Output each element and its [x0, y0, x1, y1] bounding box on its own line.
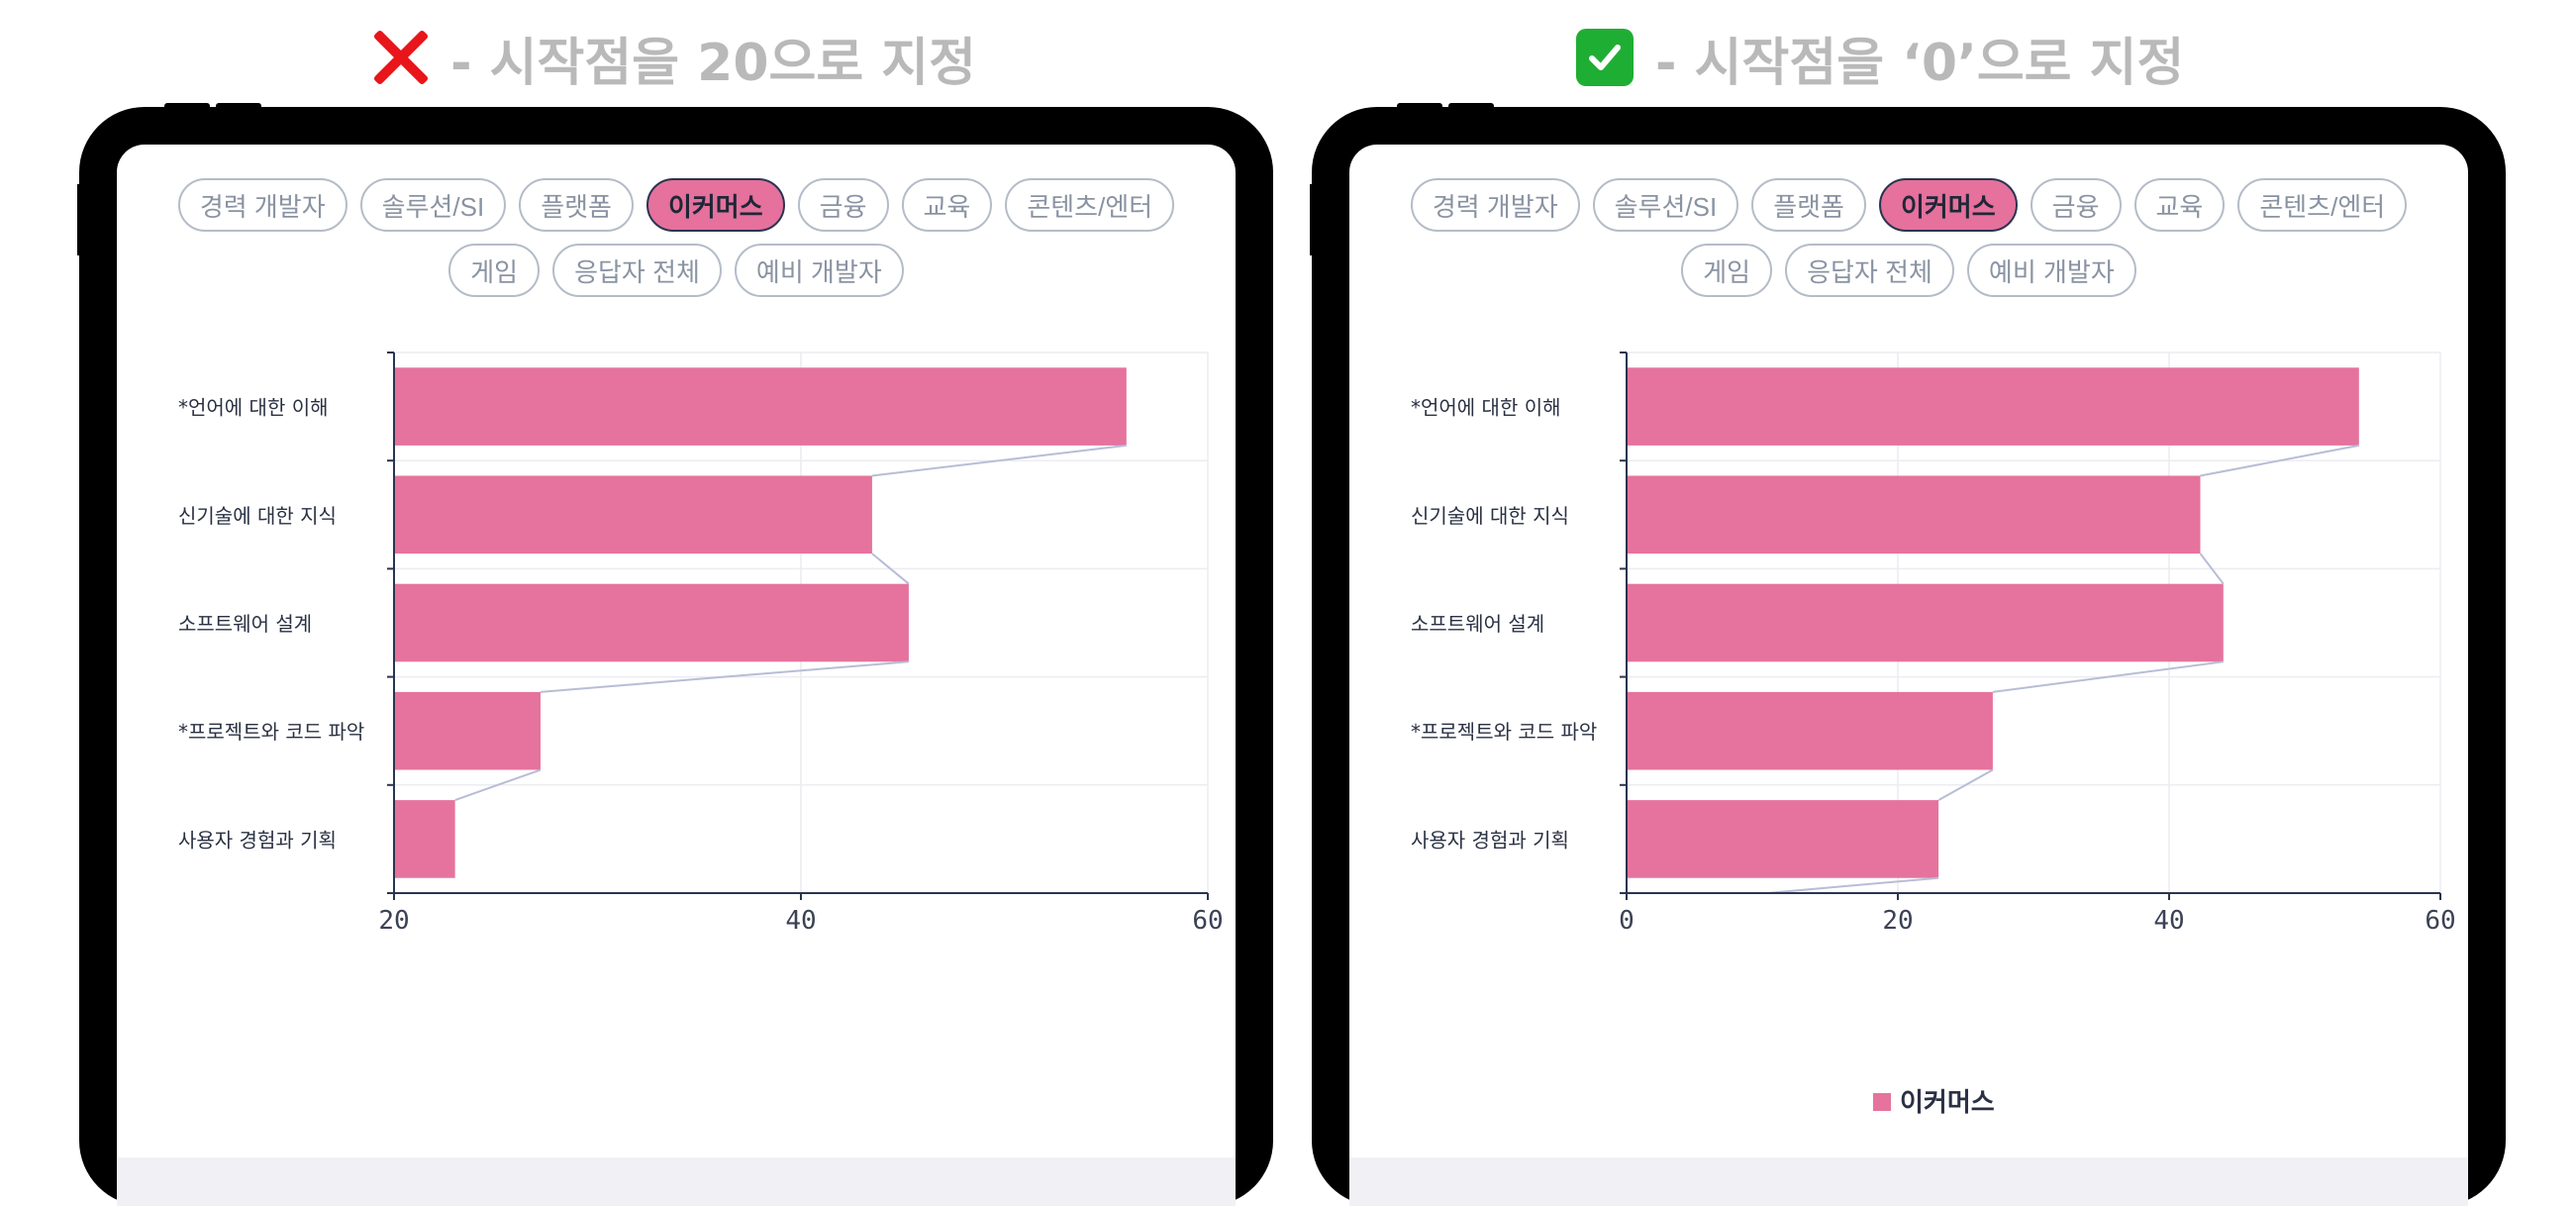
- bar: [394, 475, 872, 554]
- bar: [1627, 367, 2359, 446]
- category-label: *언어에 대한 이해: [1411, 396, 1561, 420]
- caption-wrong-text: - 시작점을 20으로 지정: [450, 33, 976, 93]
- caption-correct: - 시작점을 ‘0’으로 지정: [1576, 18, 2184, 97]
- frame-nub: [1397, 103, 1442, 113]
- frame-nub: [216, 103, 261, 113]
- category-label: *언어에 대한 이해: [178, 396, 329, 420]
- screen-left: 경력 개발자 솔루션/SI 플랫폼 이커머스 금융 교육 콘텐츠/엔터 게임 응답자 전체 예비…: [117, 145, 1236, 1206]
- category-label: 신기술에 대한 지식: [178, 504, 337, 528]
- bar: [1627, 583, 2224, 662]
- x-tick-label: 60: [1192, 906, 1223, 936]
- connector-line: [1766, 876, 1939, 894]
- tablet-frame-left: 경력 개발자 솔루션/SI 플랫폼 이커머스 금융 교육 콘텐츠/엔터 게임 응답자 전체 예비…: [77, 103, 1273, 1206]
- bottom-strip: [117, 1157, 1236, 1206]
- legend-label: 이커머스: [1900, 1087, 1995, 1117]
- bottom-strip: [1349, 1157, 2468, 1206]
- category-label: 소프트웨어 설계: [1411, 612, 1544, 636]
- x-tick-label: 40: [785, 906, 816, 936]
- bar: [394, 583, 909, 662]
- category-label: 소프트웨어 설계: [178, 612, 312, 636]
- category-label: *프로젝트와 코드 파악: [1411, 720, 1597, 744]
- legend[interactable]: 이커머스: [1873, 1087, 1995, 1117]
- caption-correct-text: - 시작점을 ‘0’으로 지정: [1655, 33, 2185, 93]
- bar: [394, 800, 455, 878]
- category-label: 사용자 경험과 기획: [178, 828, 337, 852]
- tablet-frame-right: 경력 개발자 솔루션/SI 플랫폼 이커머스 금융 교육 콘텐츠/엔터 게임 응답자 전체 예비…: [1310, 103, 2506, 1206]
- x-tick-label: 40: [2153, 906, 2184, 936]
- x-tick-label: 60: [2425, 906, 2455, 936]
- legend-swatch: [1873, 1093, 1891, 1111]
- caption-wrong: - 시작점을 20으로 지정: [371, 18, 976, 97]
- bar-chart-start-0: 0 20 40 60 *언어에 대한 이해신기술에 대한 지식소프트웨어 설계 *프로젝트…: [1411, 352, 2456, 1117]
- bar-chart-start-20: 20 40 60 *언어에 대한 이해신기술에 대한 지식소프트웨어 설계 *프로젝트와…: [178, 352, 1224, 936]
- frame-side-button: [77, 184, 85, 255]
- bar: [1627, 691, 1993, 770]
- bar: [1627, 800, 1939, 878]
- cross-mark-icon: [371, 29, 429, 86]
- bar: [394, 367, 1127, 446]
- x-tick-label: 0: [1619, 906, 1635, 936]
- screen-right: 경력 개발자 솔루션/SI 플랫폼 이커머스 금융 교육 콘텐츠/엔터 게임 응답자 전체 예비…: [1349, 145, 2468, 1206]
- check-mark-icon: [1576, 29, 1634, 86]
- category-label: *프로젝트와 코드 파악: [178, 720, 364, 744]
- frame-nub: [1448, 103, 1494, 113]
- frame-side-button: [1310, 184, 1318, 255]
- frame-nub: [164, 103, 210, 113]
- x-tick-label: 20: [1882, 906, 1913, 936]
- category-label: 사용자 경험과 기획: [1411, 828, 1569, 852]
- x-tick-label: 20: [378, 906, 409, 936]
- bar: [1627, 475, 2201, 554]
- bar: [394, 691, 541, 770]
- category-label: 신기술에 대한 지식: [1411, 504, 1569, 528]
